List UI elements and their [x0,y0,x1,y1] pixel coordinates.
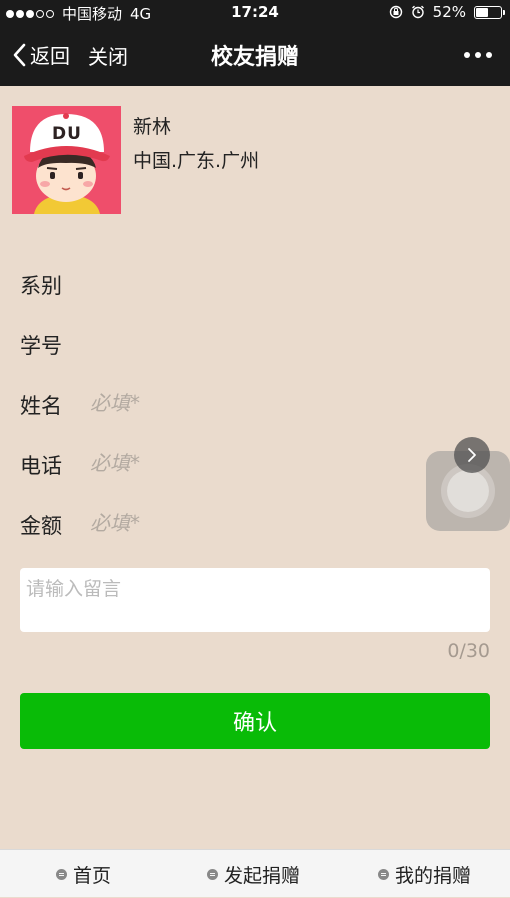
name-label: 姓名 [20,394,62,418]
more-options-icon[interactable] [464,52,492,58]
avatar: DU [12,106,121,214]
battery-icon [474,5,505,19]
nav-bar: 返回 关闭 校友捐赠 [0,24,510,86]
expand-chevron-button[interactable] [454,437,490,473]
alarm-icon [411,5,424,19]
battery-percent: 52% [432,3,466,21]
rotation-lock-icon [389,5,402,19]
amount-field[interactable] [90,506,390,540]
chevron-right-icon [468,448,476,462]
amount-label: 金额 [20,514,62,538]
department-label: 系别 [20,274,62,298]
confirm-button[interactable]: 确认 [20,693,490,749]
name-field[interactable] [90,386,390,420]
phone-field[interactable] [90,446,390,480]
student-id-field[interactable] [90,326,390,360]
page-title: 校友捐赠 [210,45,299,70]
status-right: 52% [389,3,505,21]
message-input[interactable] [20,568,490,632]
department-field[interactable] [90,266,390,300]
tab-home[interactable]: 首页 [56,850,111,898]
tab-my-donations[interactable]: 我的捐赠 [378,850,471,898]
tab-start-donation-label: 发起捐赠 [224,864,301,887]
char-counter: 0/30 [447,640,490,662]
student-id-label: 学号 [20,334,62,358]
tab-start-donation[interactable]: 发起捐赠 [207,850,300,898]
profile-name: 新林 [133,116,172,138]
menu-dot-icon [378,868,389,880]
phone-label: 电话 [20,454,62,478]
assistive-touch-icon [447,470,489,512]
tab-home-label: 首页 [73,864,112,887]
tab-my-donations-label: 我的捐赠 [395,864,472,887]
menu-dot-icon [207,868,218,880]
bottom-tab-bar: 首页 发起捐赠 我的捐赠 [0,849,510,897]
cartoon-avatar-image [12,106,121,214]
profile-location: 中国.广东.广州 [133,150,260,172]
status-bar: 中国移动 4G 17:24 52% [0,0,510,24]
menu-dot-icon [56,868,67,880]
cap-logo: DU [52,124,82,144]
